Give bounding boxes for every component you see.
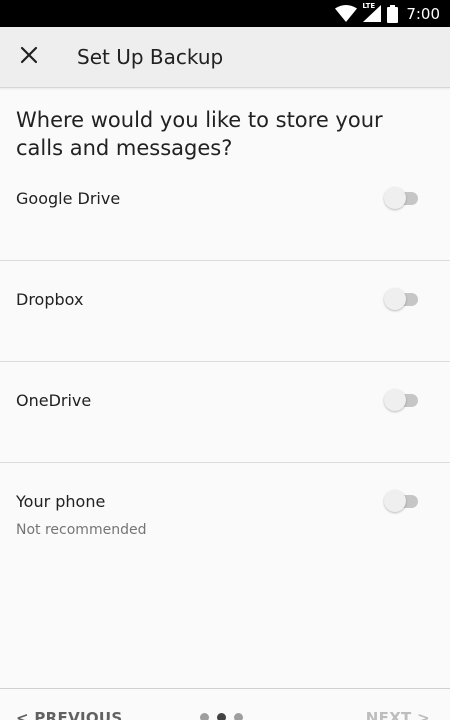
battery-icon [387,4,399,23]
status-bar: LTE 7:00 [0,0,450,27]
app-bar: Set Up Backup [0,27,450,88]
page-dot [234,713,243,720]
option-label: OneDrive [16,391,92,410]
close-icon [20,46,38,68]
option-google-drive[interactable]: Google Drive [0,180,450,260]
toggle-thumb [384,288,406,310]
page-title: Set Up Backup [77,45,224,69]
previous-button[interactable]: < PREVIOUS [16,709,123,720]
wifi-icon [335,5,358,22]
option-dropbox[interactable]: Dropbox [0,281,450,361]
google-drive-toggle[interactable] [384,187,418,209]
close-button[interactable] [12,40,46,74]
divider [0,260,450,261]
option-sublabel: Not recommended [16,522,147,538]
question-heading: Where would you like to store your calls… [16,108,383,160]
page-indicator [200,713,243,720]
option-label: Dropbox [16,290,84,309]
toggle-thumb [384,490,406,512]
your-phone-toggle[interactable] [384,490,418,512]
page-dot [200,713,209,720]
divider [0,462,450,463]
option-your-phone[interactable]: Your phone Not recommended [0,483,450,563]
bottom-nav: < PREVIOUS NEXT > [0,689,450,720]
page-dot-active [217,713,226,720]
status-time: 7:00 [406,4,440,23]
divider [0,361,450,362]
option-onedrive[interactable]: OneDrive [0,382,450,462]
cellular-signal-icon: LTE [362,2,382,22]
onedrive-toggle[interactable] [384,389,418,411]
toggle-thumb [384,187,406,209]
network-type-label: LTE [362,2,376,10]
next-button[interactable]: NEXT > [366,709,430,720]
option-label: Your phone [16,492,106,511]
dropbox-toggle[interactable] [384,288,418,310]
toggle-thumb [384,389,406,411]
status-icons: LTE 7:00 [335,2,440,24]
option-label: Google Drive [16,189,121,208]
